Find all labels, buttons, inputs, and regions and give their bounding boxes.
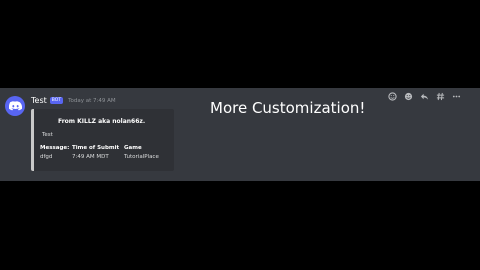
embed-field-message: Message: dfgd (40, 145, 69, 160)
embed-field-time: Time of Submit 7:49 AM MDT (72, 145, 119, 160)
add-reaction-button[interactable] (386, 90, 398, 102)
embed: From KILLZ aka nolan66z. Test Message: d… (31, 109, 174, 171)
emoji-button[interactable] (402, 90, 414, 102)
message-toolbar (386, 90, 462, 102)
thread-button[interactable] (434, 90, 446, 102)
thread-icon (436, 92, 444, 100)
bot-tag: BOT (49, 97, 64, 104)
more-icon (452, 95, 460, 97)
timestamp: Today at 7:49 AM (68, 97, 116, 104)
embed-description: Test (42, 132, 53, 138)
discord-logo-icon (8, 101, 22, 111)
field-name: Time of Submit (72, 145, 120, 151)
overlay-title: More Customization! (210, 99, 366, 117)
emoji-icon (404, 92, 412, 100)
field-value: TutorialPlace (124, 154, 159, 160)
field-value: dfgd (40, 154, 53, 160)
reply-button[interactable] (418, 90, 430, 102)
bot-avatar[interactable] (5, 96, 25, 116)
add-reaction-icon (387, 91, 397, 101)
more-button[interactable] (450, 90, 462, 102)
username[interactable]: Test (31, 96, 47, 105)
message-header: Test BOT Today at 7:49 AM (31, 96, 116, 105)
field-name: Game (124, 145, 142, 151)
embed-field-game: Game TutorialPlace (124, 145, 159, 160)
field-value: 7:49 AM MDT (72, 154, 109, 160)
reply-icon (420, 93, 428, 100)
embed-author: From KILLZ aka nolan66z. (58, 118, 146, 125)
field-name: Message: (40, 145, 70, 151)
